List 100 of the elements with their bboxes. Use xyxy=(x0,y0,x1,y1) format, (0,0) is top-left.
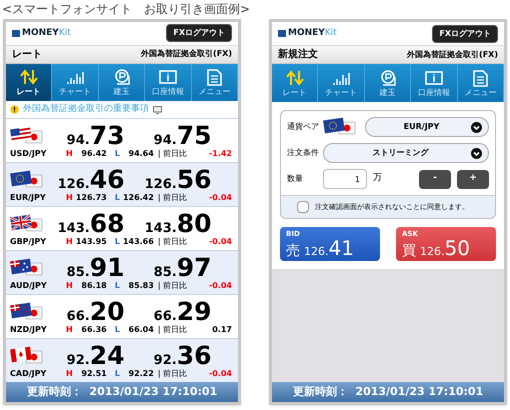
change-label: | 前日比 xyxy=(158,194,188,202)
price: 126.56 xyxy=(144,167,212,192)
nav-tab[interactable]: レート xyxy=(272,64,318,102)
section-title: 外国為替証拠金取引(FX) xyxy=(141,48,232,60)
nav-tab[interactable]: 口座情報 xyxy=(145,64,192,102)
field-label: 注文条件 xyxy=(287,147,320,159)
brand-logo: MONEYKit xyxy=(12,26,71,40)
page-title: 新規注文 xyxy=(278,47,318,62)
logo-mark-icon xyxy=(12,30,20,37)
change-label: | 前日比 xyxy=(158,282,188,290)
rate-row[interactable]: 85.91 85.97 AUD/JPY H 86.18 L 85.83 | 前日比 -0.04 xyxy=(6,250,238,294)
pair-label: USD/JPY xyxy=(10,150,46,158)
update-time-bar: 更新時刻： 2013/01/23 17:10:01 xyxy=(6,382,238,402)
nav-tab[interactable]: チャート xyxy=(318,64,365,102)
price: 66.29 xyxy=(154,299,212,324)
low-value: 143.66 xyxy=(122,238,154,246)
currency-flags-icon xyxy=(10,346,44,366)
caption: <スマートフォンサイト お取り引き画面例> xyxy=(1,1,252,18)
nav-tab[interactable]: 口座情報 xyxy=(411,64,458,102)
nav-tab[interactable]: チャート xyxy=(52,64,99,102)
pair-label: EUR/JPY xyxy=(10,194,46,202)
nav-tab[interactable]: メニュー xyxy=(458,64,504,102)
nav-tab[interactable]: 建玉 xyxy=(98,64,146,102)
pair-label: NZD/JPY xyxy=(10,326,46,334)
high-value: 66.36 xyxy=(80,326,107,334)
info-icon xyxy=(158,68,178,86)
low-label: L xyxy=(114,282,120,290)
high-label: H xyxy=(66,282,73,290)
up-down-arrows-icon xyxy=(284,69,305,87)
low-label: L xyxy=(114,370,120,378)
high-value: 86.18 xyxy=(80,282,107,290)
section-title: 外国為替証拠金取引(FX) xyxy=(407,48,498,60)
low-label: L xyxy=(114,238,120,246)
pair-label: GBP/JPY xyxy=(10,238,46,246)
logout-button[interactable]: FXログアウト xyxy=(166,24,232,42)
price: 94.75 xyxy=(154,123,212,148)
change-label: | 前日比 xyxy=(158,326,188,334)
quantity-field[interactable]: 1 xyxy=(323,169,367,189)
high-label: H xyxy=(66,326,73,334)
high-label: H xyxy=(66,238,73,246)
change-value: -0.04 xyxy=(208,370,233,378)
high-value: 96.42 xyxy=(80,150,107,158)
pair-label: CAD/JPY xyxy=(10,370,46,378)
high-value: 92.51 xyxy=(80,370,107,378)
document-icon xyxy=(204,68,224,86)
currency-flags-icon xyxy=(10,170,44,190)
low-label: L xyxy=(114,194,120,202)
nav-tab[interactable]: 建玉 xyxy=(364,64,412,102)
price: 85.91 xyxy=(66,255,124,280)
agree-checkbox[interactable] xyxy=(297,201,309,213)
nav-tab[interactable]: レート xyxy=(6,64,52,102)
price: 85.97 xyxy=(154,255,212,280)
brand-logo: MONEYKit xyxy=(278,26,337,40)
high-value: 126.73 xyxy=(74,194,107,202)
low-value: 94.64 xyxy=(128,150,154,158)
currency-flags-icon xyxy=(323,117,357,137)
currency-flags-icon xyxy=(10,126,44,146)
high-label: H xyxy=(66,194,73,202)
low-label: L xyxy=(114,326,120,334)
currency-flags-icon xyxy=(10,302,44,322)
unit-label: 万 xyxy=(373,172,382,186)
rate-row[interactable]: 143.68 143.80 GBP/JPY H 143.95 L 143.66 | 前日比 -0.04 xyxy=(6,206,238,250)
price: 143.68 xyxy=(56,211,124,236)
change-value: -1.42 xyxy=(208,150,233,158)
field-label: 通貨ペア xyxy=(287,121,320,133)
currency-flags-icon xyxy=(10,258,44,278)
low-value: 92.22 xyxy=(128,370,154,378)
price: 94.73 xyxy=(66,123,124,148)
change-value: -0.04 xyxy=(208,282,233,290)
high-label: H xyxy=(66,370,73,378)
high-value: 143.95 xyxy=(74,238,107,246)
increase-button[interactable]: + xyxy=(457,170,489,188)
order-condition-select[interactable]: ストリーミング xyxy=(323,143,489,163)
low-value: 85.83 xyxy=(128,282,154,290)
rate-row[interactable]: 92.24 92.36 CAD/JPY H 92.51 L 92.22 | 前日比 -0.04 xyxy=(6,338,238,382)
field-label: 数量 xyxy=(287,173,304,185)
change-value: -0.04 xyxy=(208,238,233,246)
logout-button[interactable]: FXログアウト xyxy=(432,24,498,42)
price: 92.36 xyxy=(154,343,212,368)
price: 66.20 xyxy=(66,299,124,324)
price: 143.80 xyxy=(144,211,212,236)
currency-pair-select[interactable]: EUR/JPY xyxy=(365,117,489,137)
change-label: | 前日比 xyxy=(158,238,188,246)
rate-row[interactable]: 126.46 126.56 EUR/JPY H 126.73 L 126.42 | 前日比 -0.04 xyxy=(6,162,238,206)
update-time-bar: 更新時刻： 2013/01/23 17:10:01 xyxy=(272,382,504,402)
change-value: 0.17 xyxy=(212,326,233,334)
nav-tab[interactable]: メニュー xyxy=(192,64,238,102)
document-icon xyxy=(470,69,490,87)
up-down-arrows-icon xyxy=(18,68,39,86)
chevron-down-icon xyxy=(471,148,482,158)
rate-row[interactable]: 66.20 66.29 NZD/JPY H 66.36 L 66.04 | 前日比 0.17 xyxy=(6,294,238,338)
low-label: L xyxy=(114,150,120,158)
rate-row[interactable]: 94.73 94.75 USD/JPY H 96.42 L 94.64 | 前日比 -1.42 xyxy=(6,118,238,162)
logo-mark-icon xyxy=(278,30,286,37)
price: 92.24 xyxy=(66,343,124,368)
page-title: レート xyxy=(12,48,42,62)
decrease-button[interactable]: - xyxy=(419,170,451,188)
high-label: H xyxy=(66,150,73,158)
chevron-down-icon xyxy=(471,122,482,132)
currency-flags-icon xyxy=(10,214,44,234)
